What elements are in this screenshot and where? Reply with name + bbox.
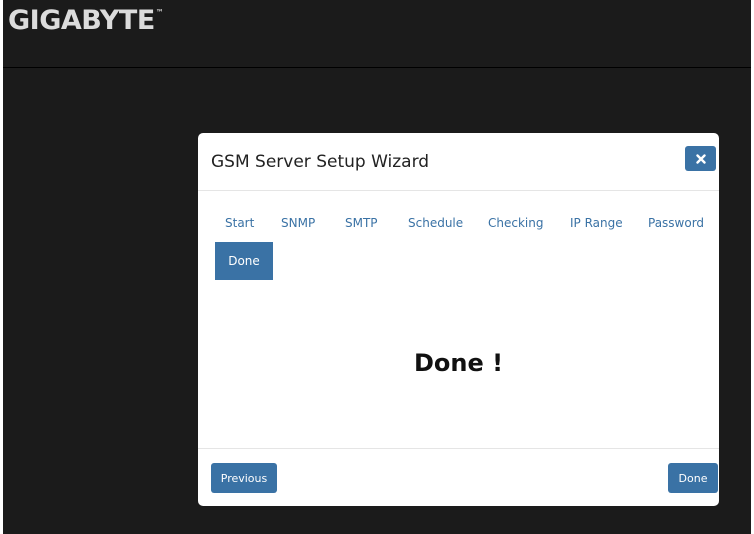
- step-smtp[interactable]: SMTP: [345, 216, 378, 230]
- close-button[interactable]: [685, 146, 716, 171]
- step-checking[interactable]: Checking: [488, 216, 543, 230]
- step-password[interactable]: Password: [648, 216, 704, 230]
- brand-name: GIGABYTE: [8, 5, 155, 36]
- dialog-header: GSM Server Setup Wizard: [198, 133, 719, 191]
- gigabyte-logo: GIGABYTE™: [8, 5, 164, 36]
- setup-wizard-dialog: GSM Server Setup Wizard Start SNMP SMTP …: [198, 133, 719, 506]
- trademark-symbol: ™: [155, 8, 164, 17]
- done-button[interactable]: Done: [668, 463, 718, 493]
- dialog-footer: Previous Done: [198, 448, 719, 506]
- app-window: GIGABYTE™ GSM Server Setup Wizard Start …: [3, 0, 751, 534]
- step-schedule[interactable]: Schedule: [408, 216, 463, 230]
- step-done[interactable]: Done: [215, 242, 273, 280]
- dialog-title: GSM Server Setup Wizard: [211, 152, 430, 172]
- step-ip-range[interactable]: IP Range: [570, 216, 623, 230]
- step-start[interactable]: Start: [225, 216, 254, 230]
- close-icon: [695, 153, 706, 164]
- completion-message: Done !: [413, 349, 504, 377]
- previous-button[interactable]: Previous: [211, 463, 277, 493]
- step-snmp[interactable]: SNMP: [281, 216, 315, 230]
- top-bar: GIGABYTE™: [3, 0, 751, 68]
- wizard-steps: Start SNMP SMTP Schedule Checking IP Ran…: [211, 204, 711, 284]
